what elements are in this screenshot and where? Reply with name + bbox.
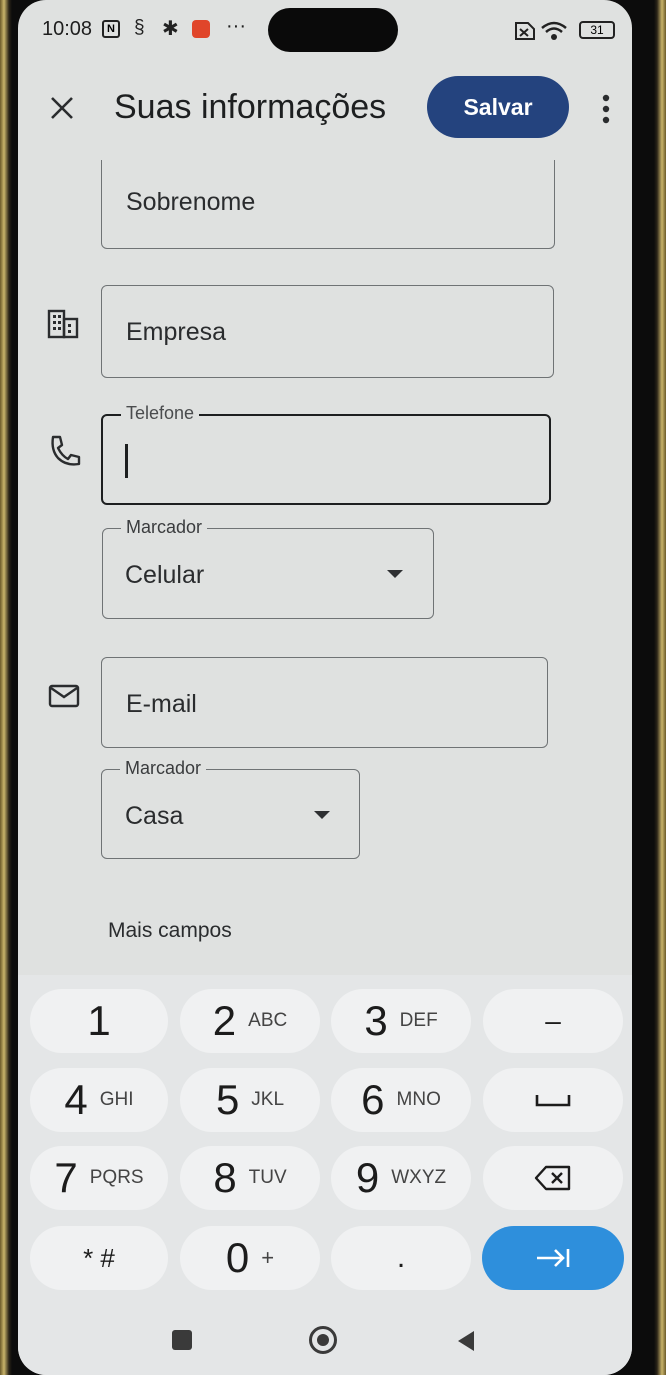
key-8-letters: TUV <box>248 1167 287 1188</box>
backspace-icon <box>534 1165 571 1191</box>
settings-icon: ✱ <box>162 18 179 40</box>
mail-app-icon <box>192 20 210 38</box>
key-9-letters: WXYZ <box>391 1167 447 1188</box>
email-label-legend: Marcador <box>120 758 207 779</box>
key-4-letters: GHI <box>99 1089 134 1110</box>
company-placeholder: Empresa <box>126 318 227 346</box>
save-button[interactable]: Salvar <box>427 76 569 138</box>
nav-recents-icon[interactable] <box>172 1330 192 1350</box>
key-6[interactable]: 6 MNO <box>331 1068 471 1132</box>
key-dash[interactable]: – <box>483 989 623 1053</box>
key-1-digit: 1 <box>87 997 111 1044</box>
battery-icon: 31 <box>579 21 615 39</box>
screen: 10:08 N § ✱ ··· 31 Suas informações Salv… <box>18 0 632 1375</box>
phone-icon <box>51 435 81 466</box>
sync-icon: § <box>134 17 145 38</box>
page-title: Suas informações <box>114 88 387 126</box>
phone-frame: 10:08 N § ✱ ··· 31 Suas informações Salv… <box>0 0 666 1375</box>
key-dot-label: . <box>396 1241 406 1274</box>
no-sim-icon <box>515 22 535 40</box>
mail-icon <box>48 684 80 708</box>
phone-label-select[interactable]: Marcador Celular <box>102 517 434 619</box>
key-5-letters: JKL <box>251 1089 285 1110</box>
key-symbols[interactable]: * # <box>30 1226 168 1290</box>
key-dot[interactable]: . <box>331 1226 471 1290</box>
company-field[interactable]: Empresa <box>101 285 554 378</box>
key-7-digit: 7 <box>54 1154 78 1201</box>
key-9[interactable]: 9 WXYZ <box>331 1146 471 1210</box>
key-7[interactable]: 7 PQRS <box>30 1146 168 1210</box>
key-2[interactable]: 2 ABC <box>180 989 320 1053</box>
key-2-digit: 2 <box>212 997 237 1044</box>
key-0-plus: + <box>261 1245 275 1270</box>
key-space[interactable] <box>483 1068 623 1132</box>
key-next[interactable] <box>482 1226 624 1290</box>
key-5[interactable]: 5 JKL <box>180 1068 320 1132</box>
key-1[interactable]: 1 <box>30 989 168 1053</box>
battery-level: 31 <box>590 23 604 37</box>
camera-cutout <box>268 8 398 52</box>
key-6-letters: MNO <box>396 1089 441 1110</box>
more-fields-link[interactable]: Mais campos <box>108 919 232 943</box>
key-9-digit: 9 <box>355 1154 380 1201</box>
key-5-digit: 5 <box>215 1076 240 1123</box>
last-name-field[interactable]: Sobrenome <box>101 160 555 249</box>
key-4-digit: 4 <box>64 1076 88 1123</box>
close-icon[interactable] <box>50 96 74 120</box>
key-0-digit: 0 <box>225 1234 250 1281</box>
key-4[interactable]: 4 GHI <box>30 1068 168 1132</box>
nav-back-icon[interactable] <box>456 1329 476 1353</box>
numeric-keyboard: 1 2 ABC 3 DEF – 4 GHI 5 JKL 6 MNO 7 PQRS… <box>18 975 632 1375</box>
wifi-icon <box>541 21 567 40</box>
email-label-select[interactable]: Marcador Casa <box>101 758 360 859</box>
key-backspace[interactable] <box>483 1146 623 1210</box>
key-symbols-label: * # <box>83 1242 115 1273</box>
key-3[interactable]: 3 DEF <box>331 989 471 1053</box>
key-8-digit: 8 <box>213 1154 237 1201</box>
email-placeholder: E-mail <box>126 690 197 718</box>
key-8[interactable]: 8 TUV <box>180 1146 320 1210</box>
dropdown-arrow-icon <box>314 811 330 819</box>
phone-field[interactable]: Telefone <box>101 403 551 505</box>
status-time: 10:08 <box>42 18 93 40</box>
next-field-icon <box>537 1249 570 1267</box>
last-name-placeholder: Sobrenome <box>126 188 256 216</box>
nfc-icon: N <box>102 20 120 38</box>
key-0[interactable]: 0 + <box>180 1226 320 1290</box>
phone-label-value: Celular <box>125 561 205 589</box>
nav-home-icon[interactable] <box>309 1326 337 1354</box>
more-vert-icon[interactable] <box>601 94 611 124</box>
email-field[interactable]: E-mail <box>101 657 548 748</box>
text-cursor <box>125 444 128 478</box>
email-label-value: Casa <box>125 802 184 830</box>
key-2-letters: ABC <box>248 1010 288 1031</box>
key-3-letters: DEF <box>399 1010 438 1031</box>
business-icon <box>47 309 79 339</box>
status-overflow: ··· <box>226 15 246 37</box>
space-icon <box>535 1095 571 1107</box>
key-7-letters: PQRS <box>89 1167 144 1188</box>
key-6-digit: 6 <box>361 1076 385 1123</box>
phone-label-legend: Marcador <box>121 517 208 538</box>
key-3-digit: 3 <box>364 997 388 1044</box>
dropdown-arrow-icon <box>387 570 403 578</box>
key-dash-label: – <box>545 1005 561 1036</box>
phone-field-label: Telefone <box>121 403 200 424</box>
